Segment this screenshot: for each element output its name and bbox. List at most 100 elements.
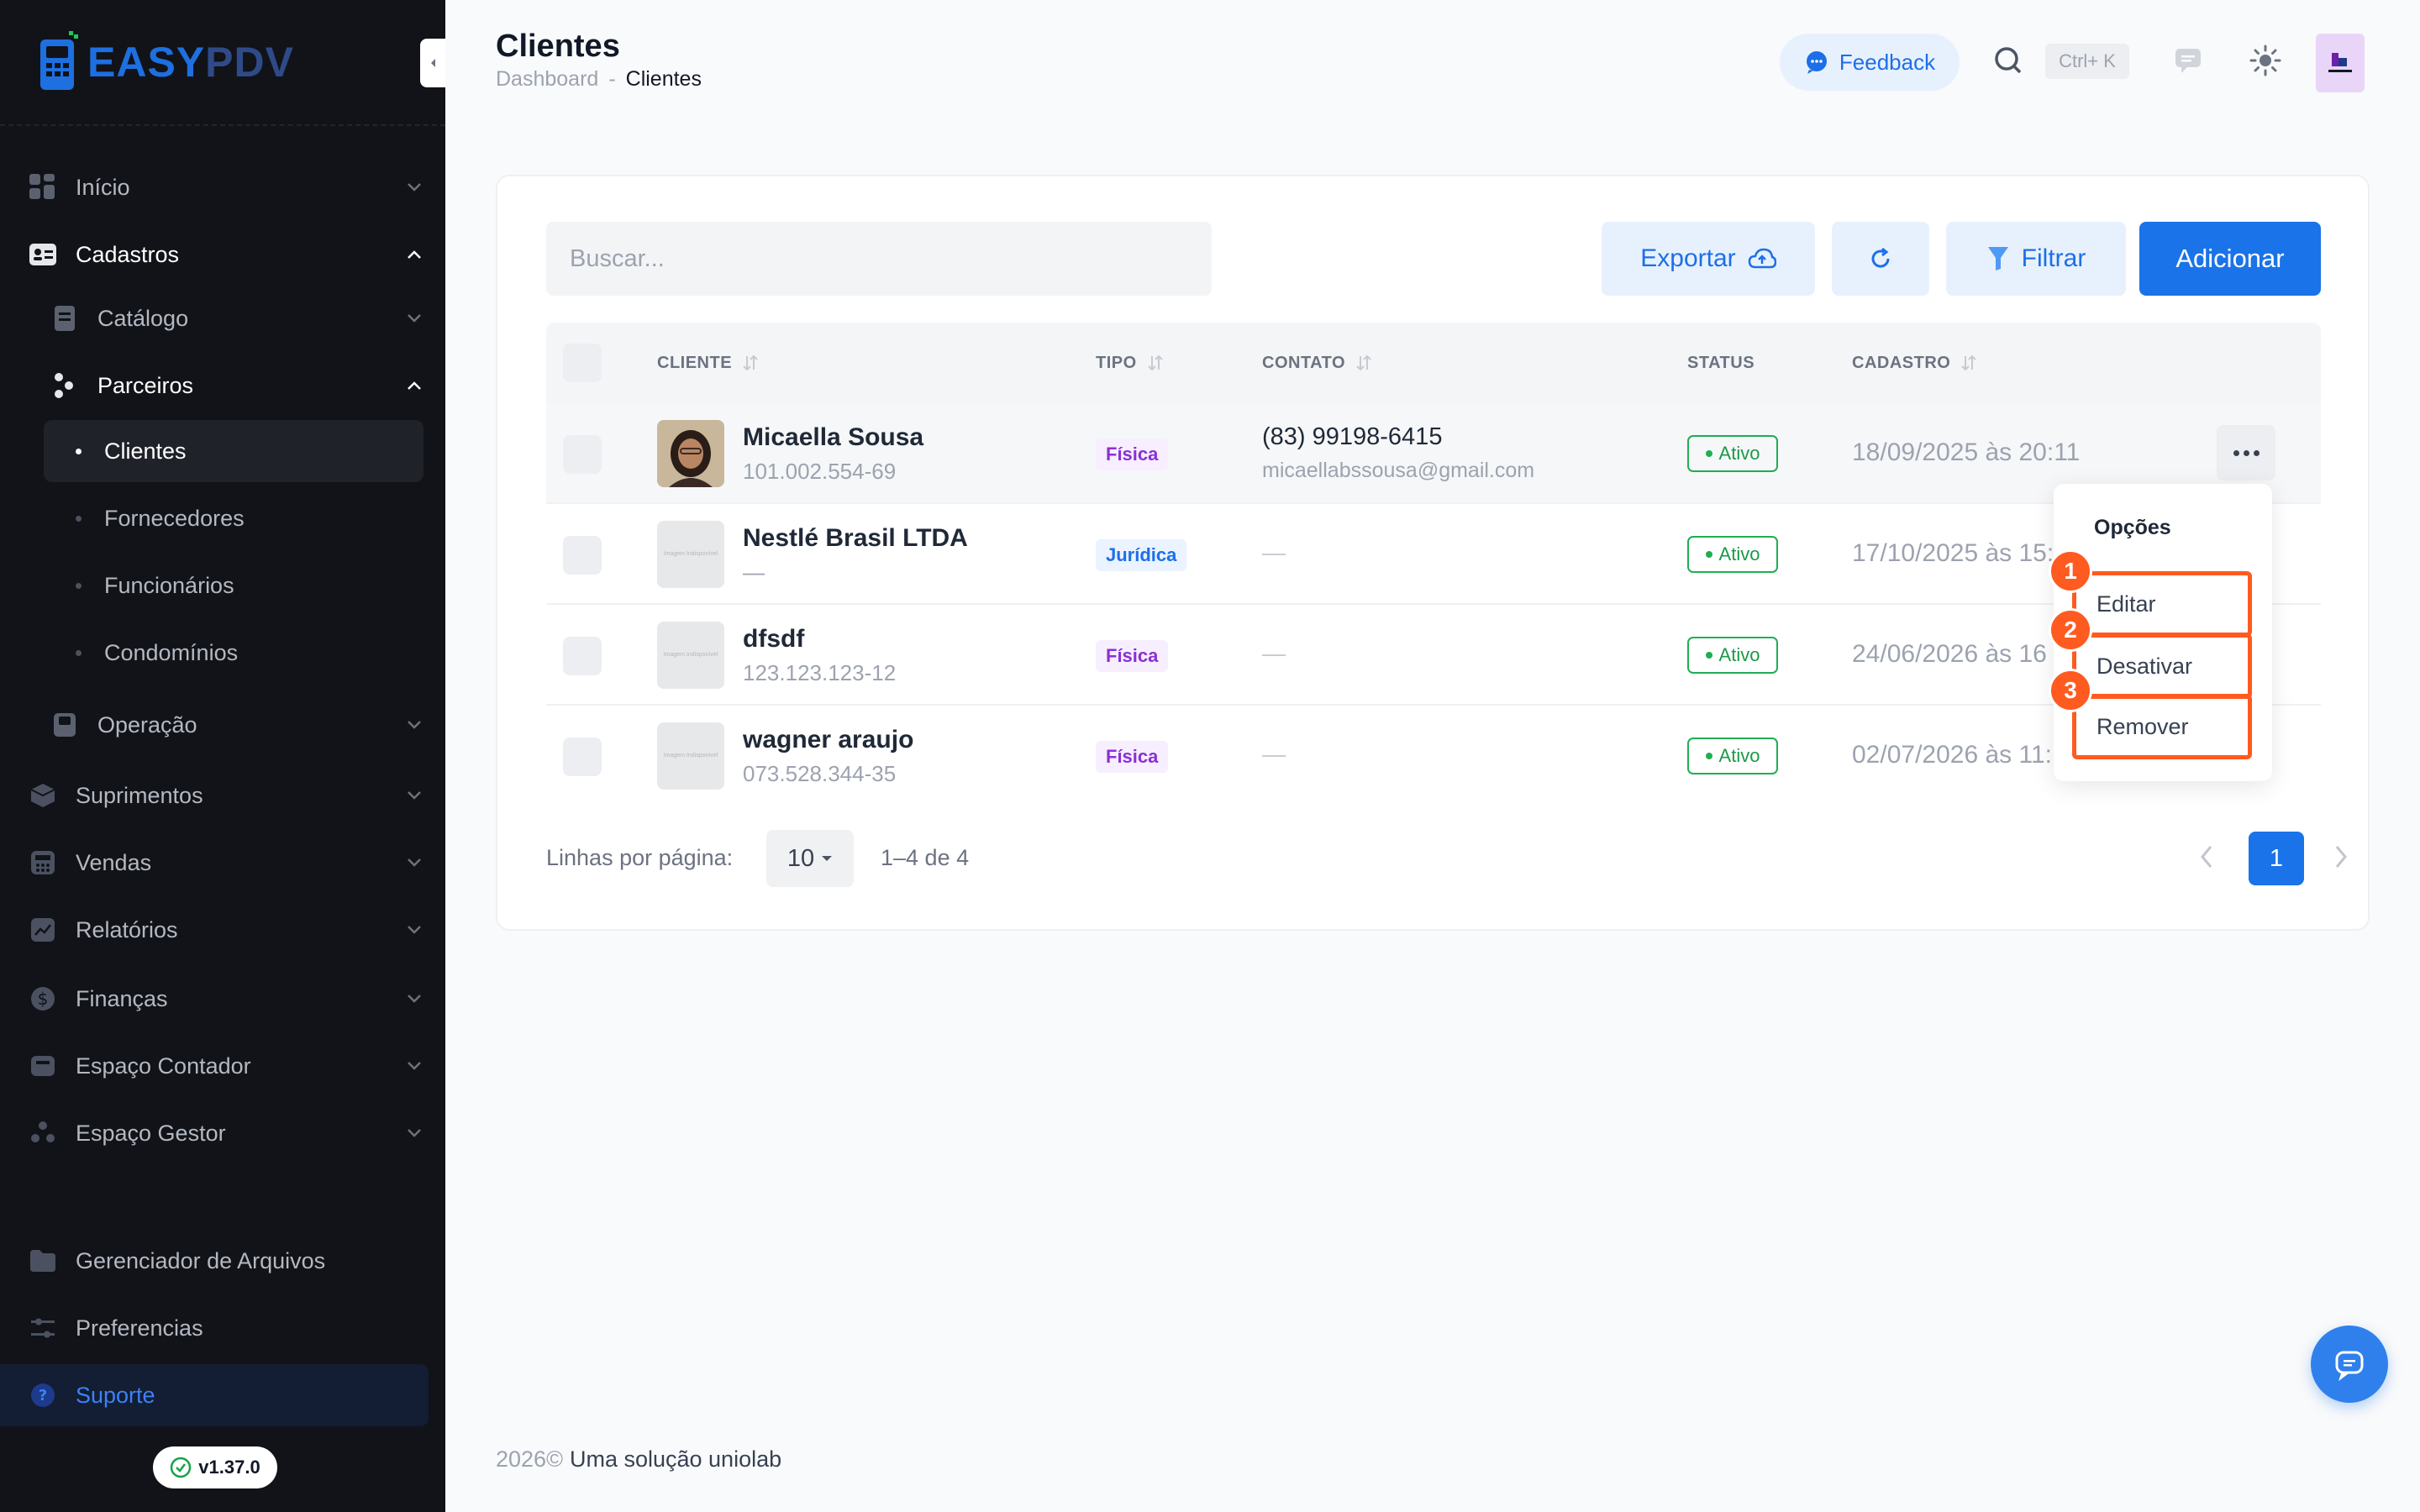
footer-text[interactable]: Uma solução uniolab: [570, 1446, 781, 1473]
chevron-down-icon: [405, 990, 424, 1008]
sidebar-divider: [0, 124, 445, 126]
annotation-marker-1: 1: [2049, 549, 2092, 593]
sidebar-item-parceiros[interactable]: Parceiros: [0, 354, 445, 417]
add-client-button[interactable]: Adicionar: [2139, 222, 2321, 296]
sidebar-item-label: Espaço Gestor: [76, 1120, 226, 1146]
filter-button[interactable]: Filtrar: [1946, 222, 2126, 296]
search-icon[interactable]: [1993, 45, 2023, 76]
menu-item-desativar[interactable]: Desativar: [2072, 633, 2252, 699]
bullet-icon: [76, 649, 82, 656]
chevron-left-icon[interactable]: [2198, 843, 2215, 870]
sidebar-item-espaco-gestor[interactable]: Espaço Gestor: [0, 1102, 445, 1164]
chevron-down-icon: [405, 1057, 424, 1075]
check-circle-icon: [171, 1457, 192, 1478]
chevron-right-icon[interactable]: [2333, 843, 2349, 870]
sidebar-item-financas[interactable]: $ Finanças: [0, 968, 445, 1030]
row-checkbox[interactable]: [563, 536, 602, 575]
breadcrumb-dashboard[interactable]: Dashboard: [496, 67, 598, 92]
image-placeholder-text: Imagem Indisponível: [663, 551, 718, 558]
calculator-icon: [29, 848, 57, 877]
sidebar-item-relatorios[interactable]: Relatórios: [0, 899, 445, 961]
client-name[interactable]: wagner araujo: [743, 726, 913, 754]
refresh-button[interactable]: [1832, 222, 1929, 296]
client-phone: —: [1262, 640, 1286, 666]
sidebar-item-label: Operação: [97, 711, 197, 738]
sidebar-item-operacao[interactable]: Operação: [0, 694, 445, 756]
select-all-checkbox[interactable]: [563, 344, 602, 382]
rows-per-page-select[interactable]: 10: [766, 830, 854, 887]
message-icon[interactable]: [2173, 45, 2203, 76]
chevron-down-icon: [405, 921, 424, 939]
row-checkbox[interactable]: [563, 435, 602, 474]
column-header-tipo[interactable]: TIPO: [1096, 323, 1165, 403]
sidebar: EASYPDV Início Cadastros Catálogo Parcei…: [0, 0, 445, 1512]
column-header-label: STATUS: [1687, 353, 1755, 372]
client-created-date: 24/06/2026 às 16: [1852, 640, 2047, 668]
column-header-cadastro[interactable]: CADASTRO: [1852, 323, 1979, 403]
export-button[interactable]: Exportar: [1602, 222, 1815, 296]
sidebar-item-condominios[interactable]: Condomínios: [0, 622, 445, 684]
theme-toggle-icon[interactable]: [2249, 44, 2282, 77]
client-name[interactable]: Nestlé Brasil LTDA: [743, 524, 968, 553]
store-logo-icon: [2328, 53, 2352, 72]
chevron-up-icon: [405, 245, 424, 264]
status-dot: [1705, 450, 1712, 457]
client-name[interactable]: Micaella Sousa: [743, 423, 923, 452]
rows-per-page-label: Linhas por página:: [546, 845, 734, 870]
client-name[interactable]: dfsdf: [743, 625, 804, 654]
column-header-contato[interactable]: CONTATO: [1262, 323, 1374, 403]
sidebar-item-vendas[interactable]: Vendas: [0, 832, 445, 894]
sidebar-item-label: Suporte: [76, 1382, 155, 1408]
image-placeholder-text: Imagem Indisponível: [663, 652, 718, 659]
feedback-button[interactable]: Feedback: [1780, 34, 1960, 91]
sidebar-item-clientes[interactable]: Clientes: [44, 420, 424, 482]
sidebar-item-espaco-contador[interactable]: Espaço Contador: [0, 1035, 445, 1097]
menu-item-editar[interactable]: Editar: [2072, 571, 2252, 637]
sidebar-item-inicio[interactable]: Início: [0, 156, 445, 218]
row-checkbox[interactable]: [563, 637, 602, 675]
chevron-down-icon: [405, 853, 424, 872]
sidebar-item-suporte[interactable]: ? Suporte: [0, 1364, 429, 1426]
chat-fab-button[interactable]: [2311, 1326, 2388, 1403]
sidebar-item-fornecedores[interactable]: Fornecedores: [0, 487, 445, 549]
chevron-down-icon: [405, 309, 424, 328]
search-input[interactable]: [546, 222, 1212, 296]
client-phone: —: [1262, 539, 1286, 565]
sidebar-item-catalogo[interactable]: Catálogo: [0, 287, 445, 349]
page-title: Clientes: [496, 29, 620, 64]
export-label: Exportar: [1640, 244, 1736, 272]
filter-icon: [1987, 247, 2008, 270]
sidebar-item-gerenciador-arquivos[interactable]: Gerenciador de Arquivos: [0, 1230, 445, 1292]
bullet-icon: [76, 448, 82, 454]
row-checkbox[interactable]: [563, 738, 602, 776]
people-icon: [50, 371, 79, 400]
sidebar-item-suprimentos[interactable]: Suprimentos: [0, 764, 445, 827]
menu-item-remover[interactable]: Remover: [2072, 694, 2252, 759]
sort-icon: [743, 354, 758, 371]
page-button-current[interactable]: 1: [2249, 832, 2304, 885]
sidebar-item-preferencias[interactable]: Preferencias: [0, 1297, 445, 1359]
sort-icon: [1961, 354, 1977, 371]
column-header-cliente[interactable]: CLIENTE: [657, 323, 760, 403]
user-avatar[interactable]: [2316, 34, 2365, 92]
type-badge: Jurídica: [1096, 539, 1187, 571]
more-dot: [2233, 449, 2239, 456]
grid-icon: [29, 173, 57, 202]
row-actions-button[interactable]: [2217, 425, 2275, 480]
brand-logo[interactable]: EASYPDV: [39, 29, 294, 96]
sidebar-item-label: Cadastros: [76, 241, 180, 267]
brand-name-pdv: PDV: [205, 39, 294, 86]
status-dot: [1705, 551, 1712, 558]
status-badge: Ativo: [1687, 738, 1778, 774]
dollar-icon: $: [29, 984, 57, 1013]
sidebar-item-label: Início: [76, 174, 130, 200]
client-document: 073.528.344-35: [743, 761, 897, 786]
filter-label: Filtrar: [2021, 244, 2086, 272]
sidebar-item-label: Fornecedores: [104, 505, 245, 531]
client-email: micaellabssousa@gmail.com: [1262, 459, 1535, 482]
sidebar-collapse-button[interactable]: [420, 39, 445, 87]
bullet-icon: [76, 515, 82, 522]
sidebar-item-cadastros[interactable]: Cadastros: [0, 223, 445, 286]
svg-text:?: ?: [39, 1387, 47, 1404]
sidebar-item-funcionarios[interactable]: Funcionários: [0, 554, 445, 617]
